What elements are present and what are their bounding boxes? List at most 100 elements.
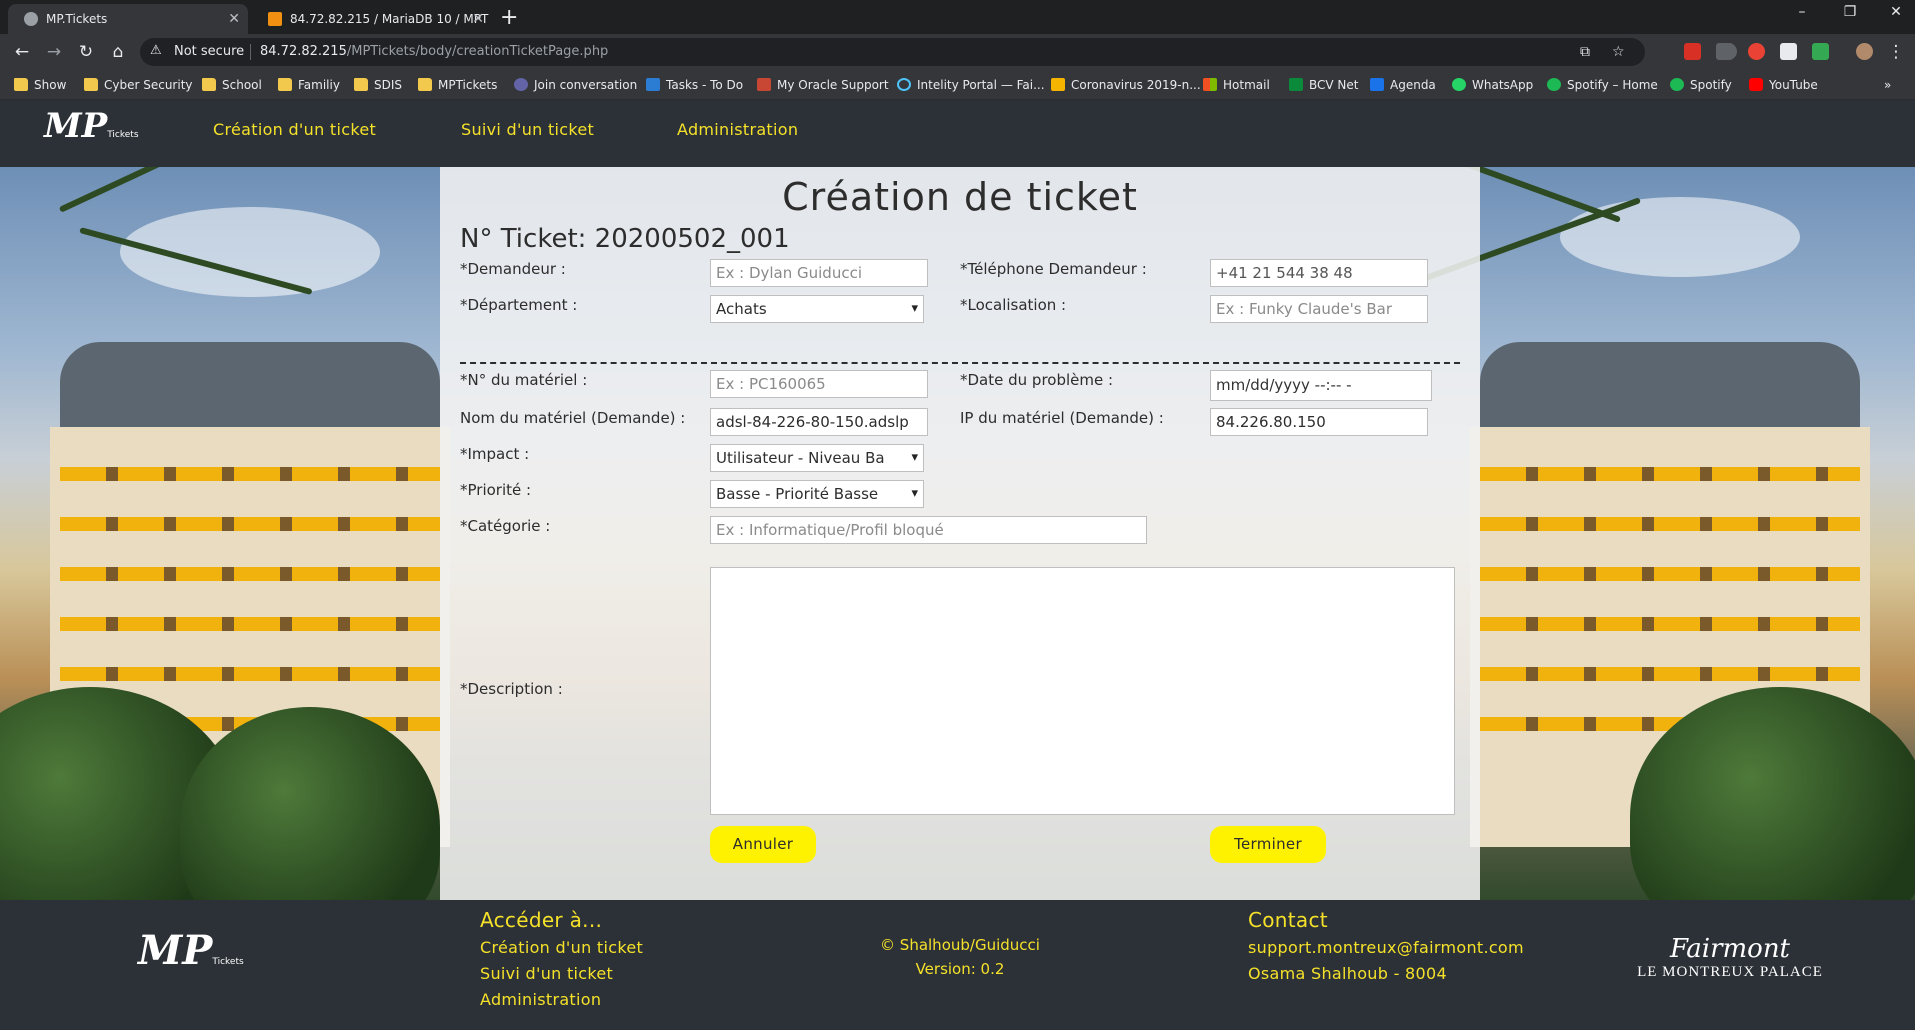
loading-icon [897, 78, 911, 91]
nav-administration[interactable]: Administration [677, 120, 798, 139]
site-header: MPTickets Création d'un ticket Suivi d'u… [0, 100, 1915, 167]
adblock-icon[interactable] [1684, 43, 1701, 60]
record-icon[interactable] [1720, 43, 1737, 60]
bookmark-agenda[interactable]: Agenda [1370, 76, 1436, 94]
bookmark-label: Spotify – Home [1567, 78, 1658, 92]
cancel-button[interactable]: Annuler [710, 826, 816, 863]
close-tab-icon[interactable]: ✕ [228, 4, 240, 34]
nav-suivi-ticket[interactable]: Suivi d'un ticket [461, 120, 594, 139]
bookmark-label: BCV Net [1309, 78, 1359, 92]
departement-value: Achats [716, 300, 767, 318]
todo-icon [646, 78, 660, 91]
impact-value: Utilisateur - Niveau Ba [716, 449, 885, 467]
fairmont-script: Fairmont [1669, 934, 1791, 964]
bookmark-familiy[interactable]: Familiy [278, 76, 340, 94]
menu-icon[interactable]: ⋮ [1884, 40, 1908, 64]
tab-phpmyadmin[interactable]: 84.72.82.215 / MariaDB 10 / MPT ✕ [252, 4, 492, 34]
bookmark-mptickets[interactable]: MPTickets [418, 76, 497, 94]
block-icon[interactable] [1748, 43, 1765, 60]
arrow-extension-icon[interactable] [1812, 43, 1829, 60]
montreux-palace-name: LE MONTREUX PALACE [1637, 964, 1823, 980]
page-title: Création de ticket [782, 175, 1138, 219]
awning-row [60, 567, 440, 581]
nav-creation-ticket[interactable]: Création d'un ticket [213, 120, 376, 139]
bookmark-hotmail[interactable]: Hotmail [1203, 76, 1270, 94]
materiel-ip-label: IP du matériel (Demande) : [960, 409, 1164, 427]
demandeur-input[interactable]: Ex : Dylan Guiducci [710, 259, 928, 287]
folder-icon [278, 78, 292, 91]
submit-button[interactable]: Terminer [1210, 826, 1326, 863]
bookmark-join-conversation[interactable]: Join conversation [514, 76, 637, 94]
departement-select[interactable]: Achats [710, 295, 924, 323]
address-bar[interactable]: ⚠ Not secure 84.72.82.215/MPTickets/body… [140, 38, 1645, 66]
contact-email-link[interactable]: support.montreux@fairmont.com [1248, 938, 1524, 957]
home-icon[interactable]: ⌂ [106, 40, 130, 64]
reload-icon[interactable]: ↻ [74, 40, 98, 64]
footer-link-suivi[interactable]: Suivi d'un ticket [480, 964, 613, 983]
bookmark-school[interactable]: School [202, 76, 262, 94]
awning-row [60, 467, 440, 481]
materiel-no-label: *N° du matériel : [460, 371, 588, 389]
materiel-no-input[interactable]: Ex : PC160065 [710, 370, 928, 398]
profile-avatar[interactable] [1856, 43, 1873, 60]
description-textarea[interactable] [710, 567, 1455, 815]
translate-icon[interactable]: ⧉ [1580, 44, 1590, 60]
back-icon[interactable]: ← [10, 40, 34, 64]
bookmark-label: MPTickets [438, 78, 498, 92]
forward-icon[interactable]: → [42, 40, 66, 64]
date-probleme-input[interactable]: mm/dd/yyyy --:-- - [1210, 370, 1432, 401]
localisation-input[interactable]: Ex : Funky Claude's Bar [1210, 295, 1428, 323]
calendar-icon [1370, 78, 1384, 91]
bookmark-spotify-home[interactable]: Spotify – Home [1547, 76, 1658, 94]
palm-frond [58, 167, 297, 213]
tab-mptickets[interactable]: MP.Tickets ✕ [8, 4, 248, 34]
bookmark-intelity-portal[interactable]: Intelity Portal — Fai... [897, 76, 1045, 94]
logo-text: MP [44, 106, 108, 146]
bookmark-cyber-security[interactable]: Cyber Security [84, 76, 193, 94]
materiel-ip-input[interactable]: 84.226.80.150 [1210, 408, 1428, 436]
mp-tickets-logo[interactable]: MPTickets [44, 108, 139, 153]
description-label: *Description : [460, 680, 563, 698]
access-heading: Accéder à... [480, 908, 603, 932]
bookmark-youtube[interactable]: YouTube [1749, 76, 1818, 94]
s-extension-icon[interactable] [1780, 43, 1797, 60]
bookmark-sdis[interactable]: SDIS [354, 76, 402, 94]
bookmark-whatsapp[interactable]: WhatsApp [1452, 76, 1533, 94]
footer-link-creation[interactable]: Création d'un ticket [480, 938, 643, 957]
impact-select[interactable]: Utilisateur - Niveau Ba [710, 444, 924, 472]
url-text[interactable]: 84.72.82.215/MPTickets/body/creationTick… [260, 44, 608, 59]
ticket-number: N° Ticket: 20200502_001 [460, 224, 790, 254]
footer-link-administration[interactable]: Administration [480, 990, 601, 1009]
url-host: 84.72.82.215 [260, 44, 347, 59]
minimize-icon[interactable]: – [1792, 4, 1812, 20]
folder-icon [14, 78, 28, 91]
awning-row [1480, 667, 1860, 681]
bookmark-show[interactable]: Show [14, 76, 66, 94]
contact-heading: Contact [1248, 908, 1328, 932]
restore-icon[interactable]: ❐ [1840, 4, 1860, 20]
warning-icon[interactable]: ⚠ [150, 43, 162, 58]
priorite-select[interactable]: Basse - Priorité Basse [710, 480, 924, 508]
bookmark-coronavirus[interactable]: Coronavirus 2019-n... [1051, 76, 1201, 94]
awning-row [60, 667, 440, 681]
close-tab-icon[interactable]: ✕ [472, 4, 484, 34]
bookmarks-overflow-icon[interactable]: » [1884, 76, 1891, 94]
security-label[interactable]: Not secure [174, 44, 244, 59]
bookmark-spotify[interactable]: Spotify [1670, 76, 1732, 94]
telephone-input[interactable]: +41 21 544 38 48 [1210, 259, 1428, 287]
mp-tickets-footer-logo[interactable]: MPTickets [138, 930, 244, 983]
tab-title: 84.72.82.215 / MariaDB 10 / MPT [290, 12, 489, 26]
bookmark-tasks-to-do[interactable]: Tasks - To Do [646, 76, 743, 94]
bookmark-my-oracle-support[interactable]: My Oracle Support [757, 76, 889, 94]
oracle-icon [757, 78, 771, 91]
close-window-icon[interactable]: ✕ [1886, 4, 1906, 20]
new-tab-button[interactable]: + [500, 4, 518, 32]
star-icon[interactable]: ☆ [1612, 44, 1625, 60]
bookmark-label: Tasks - To Do [666, 78, 744, 92]
categorie-input[interactable]: Ex : Informatique/Profil bloqué [710, 516, 1147, 544]
site-footer: MPTickets Accéder à... Création d'un tic… [0, 900, 1915, 1030]
bookmark-bcv-net[interactable]: BCV Net [1289, 76, 1359, 94]
materiel-nom-input[interactable]: adsl-84-226-80-150.adslp [710, 408, 928, 436]
bookmark-label: Hotmail [1223, 78, 1270, 92]
bookmark-label: Coronavirus 2019-n... [1071, 78, 1201, 92]
